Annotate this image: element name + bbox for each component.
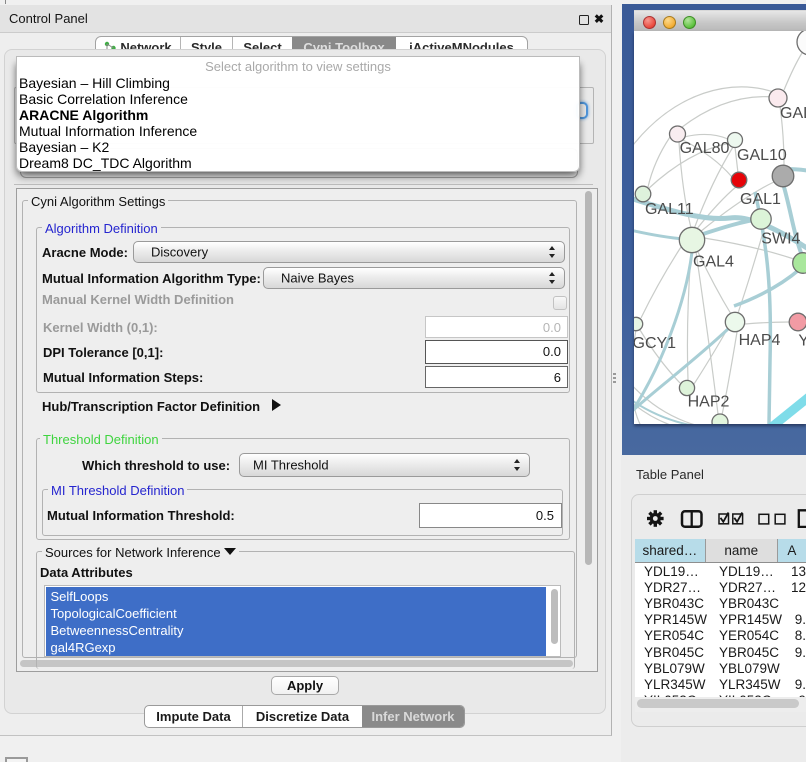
svg-text:GAL1: GAL1 <box>740 191 781 208</box>
svg-text:YJ: YJ <box>798 333 806 350</box>
svg-text:GAL80: GAL80 <box>680 140 730 157</box>
svg-text:GAL10: GAL10 <box>737 147 787 164</box>
svg-text:HAP4: HAP4 <box>739 332 781 349</box>
svg-text:GCY1: GCY1 <box>634 335 676 352</box>
svg-text:HAP2: HAP2 <box>688 394 730 411</box>
svg-text:SWI4: SWI4 <box>761 231 800 248</box>
svg-text:GAL11: GAL11 <box>645 201 694 218</box>
svg-text:GAL4: GAL4 <box>693 254 734 271</box>
svg-text:GAL2: GAL2 <box>780 105 806 122</box>
